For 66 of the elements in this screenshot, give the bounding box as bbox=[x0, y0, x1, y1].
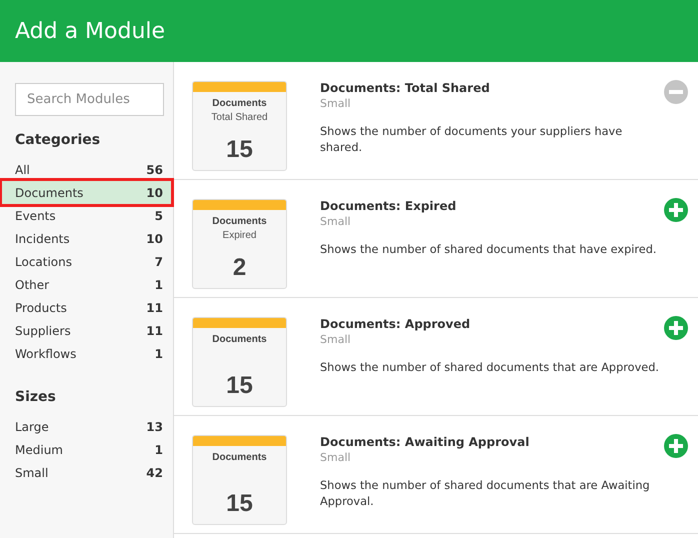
filter-item[interactable]: Incidents 10 bbox=[15, 227, 163, 250]
page-title: Add a Module bbox=[15, 18, 166, 44]
module-size: Small bbox=[320, 215, 352, 228]
filter-item[interactable]: Locations 7 bbox=[15, 250, 163, 273]
filter-count: 5 bbox=[154, 208, 163, 222]
tile-subtitle: Total Shared bbox=[211, 112, 268, 123]
add-icon[interactable] bbox=[664, 198, 688, 222]
filter-label: Small bbox=[15, 466, 48, 480]
filter-label: Documents bbox=[15, 186, 84, 200]
tile-value: 2 bbox=[232, 254, 246, 282]
filter-label: Locations bbox=[15, 254, 72, 268]
module-title: Documents: Total Shared bbox=[320, 81, 491, 95]
filter-count: 56 bbox=[146, 162, 163, 176]
module-size: Small bbox=[320, 333, 352, 346]
filter-item[interactable]: Events 5 bbox=[15, 204, 163, 227]
filter-item[interactable]: Small 42 bbox=[15, 461, 163, 484]
filter-label: Suppliers bbox=[15, 324, 71, 338]
filter-item[interactable]: Medium 1 bbox=[15, 438, 163, 461]
add-icon[interactable] bbox=[664, 316, 688, 340]
filter-count: 1 bbox=[154, 278, 163, 292]
filter-item[interactable]: Large 13 bbox=[15, 415, 163, 438]
module-title: Documents: Expired bbox=[320, 199, 458, 213]
filter-count: 10 bbox=[146, 186, 163, 200]
section-heading: Sizes bbox=[15, 389, 57, 405]
search-field[interactable]: Search Modules bbox=[15, 83, 164, 116]
filter-label: Incidents bbox=[15, 232, 70, 246]
filter-label: All bbox=[15, 162, 30, 176]
filter-count: 11 bbox=[146, 324, 163, 338]
tile-category: Documents bbox=[212, 216, 267, 227]
filter-label: Medium bbox=[15, 442, 63, 456]
filter-count: 10 bbox=[146, 232, 163, 246]
filter-count: 13 bbox=[146, 420, 163, 434]
filter-label: Other bbox=[15, 278, 50, 292]
module-description: Shows the number of shared documents that have expired. bbox=[320, 242, 658, 258]
filter-count: 11 bbox=[146, 300, 163, 314]
filter-item[interactable]: Products 11 bbox=[15, 296, 163, 319]
filter-count: 1 bbox=[154, 442, 163, 456]
module-description: Shows the number of documents your suppliers have shared. bbox=[320, 124, 624, 156]
tile-value: 15 bbox=[226, 372, 253, 400]
filter-item[interactable]: All 56 bbox=[15, 158, 163, 181]
filter-item[interactable]: Workflows 1 bbox=[15, 342, 163, 365]
module-title: Documents: Approved bbox=[320, 317, 472, 331]
module-description: Shows the number of shared documents that are Awaiting Approval. bbox=[320, 478, 651, 510]
module-size: Small bbox=[320, 97, 352, 110]
tile-category: Documents bbox=[212, 334, 267, 345]
filter-label: Workflows bbox=[15, 346, 76, 360]
remove-icon[interactable] bbox=[664, 80, 688, 104]
filter-label: Large bbox=[15, 420, 49, 434]
filter-count: 42 bbox=[146, 466, 163, 480]
filter-label: Events bbox=[15, 208, 56, 222]
module-size: Small bbox=[320, 451, 352, 464]
tile-category: Documents bbox=[212, 98, 267, 109]
filter-item[interactable]: Other 1 bbox=[15, 273, 163, 296]
add-icon[interactable] bbox=[664, 434, 688, 458]
filter-label: Products bbox=[15, 300, 67, 314]
filter-count: 1 bbox=[154, 346, 163, 360]
section-heading: Categories bbox=[15, 132, 102, 148]
tile-subtitle: Expired bbox=[222, 230, 256, 241]
tile-value: 15 bbox=[226, 490, 253, 518]
filter-count: 7 bbox=[154, 254, 163, 268]
filter-item[interactable]: Suppliers 11 bbox=[15, 319, 163, 342]
filter-item[interactable]: Documents 10 bbox=[2, 181, 171, 204]
tile-value: 15 bbox=[226, 136, 253, 164]
module-title: Documents: Awaiting Approval bbox=[320, 435, 530, 449]
module-description: Shows the number of shared documents that are Approved. bbox=[320, 360, 660, 376]
tile-category: Documents bbox=[212, 452, 267, 463]
